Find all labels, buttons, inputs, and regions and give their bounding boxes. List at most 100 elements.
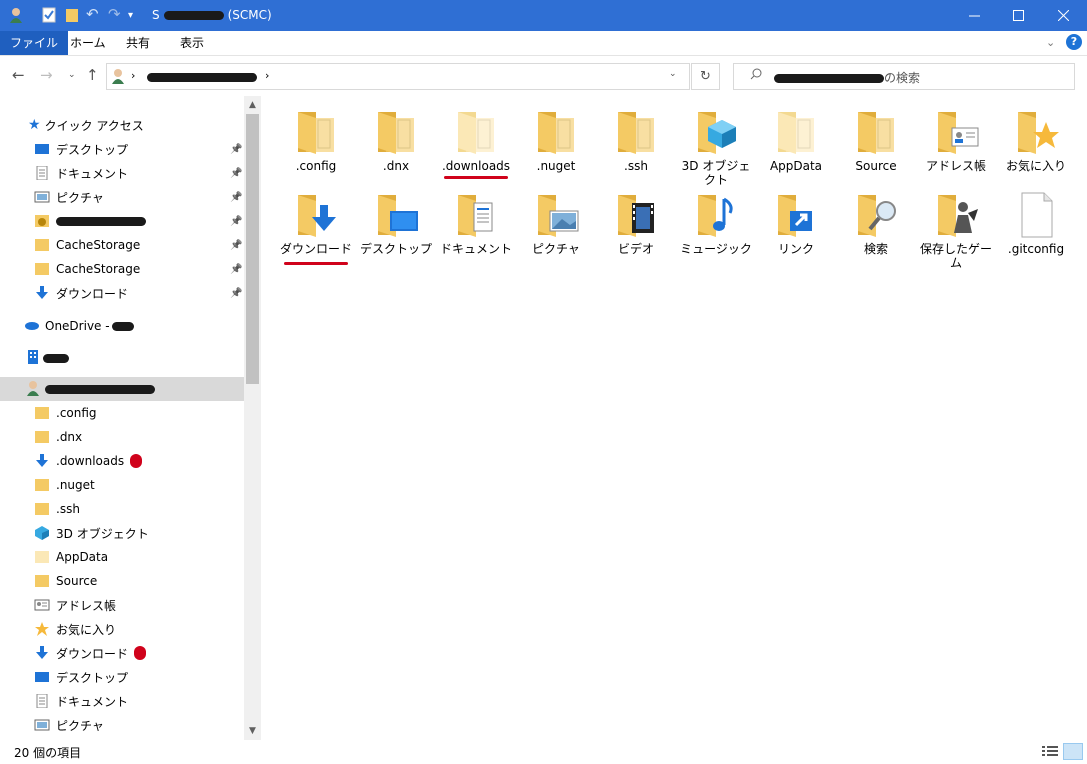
grid-item-保存したゲーム[interactable]: 保存したゲーム: [918, 191, 994, 270]
nav-item[interactable]: ダウンロード 📌: [0, 281, 244, 305]
grid-item-3d-オブジェクト[interactable]: 3D オブジェクト: [678, 108, 754, 187]
scroll-up-icon[interactable]: ▲: [246, 100, 259, 110]
help-icon[interactable]: ?: [1066, 34, 1082, 50]
grid-item-appdata[interactable]: AppData: [758, 108, 834, 173]
pin-icon[interactable]: 📌: [230, 144, 242, 155]
address-box[interactable]: › › ⌄: [106, 63, 690, 90]
red-marker-icon: [130, 454, 143, 468]
grid-item-ミュージック[interactable]: ミュージック: [678, 191, 754, 256]
nav-item[interactable]: デスクトップ 📌: [0, 137, 244, 161]
grid-item-検索[interactable]: 検索: [838, 191, 914, 256]
folder-icon: [34, 502, 50, 516]
large-icons-view-icon[interactable]: [1063, 743, 1083, 760]
minimize-button[interactable]: [951, 0, 997, 31]
download-icon: [34, 286, 50, 300]
nav-item[interactable]: デスクトップ: [0, 665, 244, 689]
nav-item[interactable]: CacheStorage 📌: [0, 233, 244, 257]
folder-download-icon: [292, 191, 340, 239]
nav-item-label: 3D オブジェクト: [56, 526, 149, 541]
properties-icon[interactable]: [42, 7, 56, 23]
grid-item-ダウンロード[interactable]: ダウンロード: [278, 191, 354, 256]
grid-item-nuget[interactable]: .nuget: [518, 108, 594, 173]
pin-icon[interactable]: 📌: [230, 288, 242, 299]
refresh-button[interactable]: ↻: [691, 63, 720, 90]
customize-quick-access-icon[interactable]: ▾: [128, 10, 142, 26]
nav-item[interactable]: ピクチャ: [0, 713, 244, 737]
grid-item-デスクトップ[interactable]: デスクトップ: [358, 191, 434, 256]
folder-music-icon: [692, 191, 740, 239]
nav-onedrive[interactable]: OneDrive -: [0, 314, 244, 338]
ribbon-expand-icon[interactable]: ⌄: [1046, 36, 1055, 49]
nav-item[interactable]: .nuget: [0, 473, 244, 497]
pin-icon[interactable]: 📌: [230, 240, 242, 251]
breadcrumb[interactable]: [147, 70, 257, 84]
pin-icon[interactable]: 📌: [230, 216, 242, 227]
pin-icon[interactable]: 📌: [230, 264, 242, 275]
grid-item-source[interactable]: Source: [838, 108, 914, 173]
tab-home[interactable]: ホーム: [60, 31, 116, 55]
title-bar: ↶ ↷ ▾ S (SCMC): [0, 0, 1087, 31]
grid-item-アドレス帳[interactable]: アドレス帳: [918, 108, 994, 173]
nav-item[interactable]: ダウンロード: [0, 641, 244, 665]
back-button[interactable]: ←: [12, 66, 25, 84]
redo-icon[interactable]: ↷: [108, 5, 122, 23]
nav-item[interactable]: AppData: [0, 545, 244, 569]
close-button[interactable]: [1040, 0, 1086, 31]
address-dropdown-icon[interactable]: ⌄: [669, 69, 677, 79]
forward-button[interactable]: →: [40, 66, 53, 84]
nav-scrollbar[interactable]: ▲ ▼: [244, 96, 261, 740]
nav-item[interactable]: 📌: [0, 209, 244, 233]
grid-item-お気に入り[interactable]: お気に入り: [998, 108, 1074, 173]
nav-item-label: ダウンロード: [56, 286, 129, 301]
nav-item[interactable]: .downloads: [0, 449, 244, 473]
folder-search-icon: [852, 191, 900, 239]
nav-item[interactable]: .dnx: [0, 425, 244, 449]
nav-item-label: デスクトップ: [56, 670, 129, 685]
pin-icon[interactable]: 📌: [230, 168, 242, 179]
grid-item-label: 3D オブジェクト: [681, 159, 751, 187]
nav-item[interactable]: CacheStorage 📌: [0, 257, 244, 281]
grid-item-ドキュメント[interactable]: ドキュメント: [438, 191, 514, 256]
recent-locations-icon[interactable]: ⌄: [68, 70, 76, 80]
search-placeholder: の検索: [774, 69, 920, 86]
undo-icon[interactable]: ↶: [86, 5, 100, 23]
nav-item[interactable]: .ssh: [0, 497, 244, 521]
grid-item-ビデオ[interactable]: ビデオ: [598, 191, 674, 256]
grid-item-downloads[interactable]: .downloads: [438, 108, 514, 173]
grid-item-ssh[interactable]: .ssh: [598, 108, 674, 173]
nav-item-label: デスクトップ: [56, 142, 129, 157]
nav-user-folder[interactable]: [0, 377, 244, 401]
pin-icon[interactable]: 📌: [230, 192, 242, 203]
tab-view[interactable]: 表示: [170, 31, 214, 55]
nav-item[interactable]: .config: [0, 401, 244, 425]
grid-item-ピクチャ[interactable]: ピクチャ: [518, 191, 594, 256]
search-input[interactable]: の検索: [733, 63, 1075, 90]
nav-item[interactable]: ピクチャ 📌: [0, 185, 244, 209]
grid-item-リンク[interactable]: リンク: [758, 191, 834, 256]
nav-item[interactable]: 3D オブジェクト: [0, 521, 244, 545]
scroll-down-icon[interactable]: ▼: [246, 726, 259, 736]
tab-share[interactable]: 共有: [116, 31, 160, 55]
new-folder-icon[interactable]: [65, 7, 79, 23]
scroll-thumb[interactable]: [246, 114, 259, 384]
nav-item[interactable]: お気に入り: [0, 617, 244, 641]
grid-item-dnx[interactable]: .dnx: [358, 108, 434, 173]
nav-organization[interactable]: [0, 346, 244, 370]
nav-item[interactable]: ドキュメント: [0, 689, 244, 713]
nav-item-label: Source: [56, 574, 98, 588]
up-button[interactable]: ↑: [86, 66, 99, 84]
folder-icon: [34, 406, 50, 420]
nav-quick-access[interactable]: ★ クイック アクセス: [0, 113, 244, 137]
window-title: S (SCMC): [152, 8, 272, 22]
tab-file[interactable]: ファイル: [0, 31, 69, 55]
nav-item[interactable]: アドレス帳: [0, 593, 244, 617]
nav-item[interactable]: Source: [0, 569, 244, 593]
grid-item-config[interactable]: .config: [278, 108, 354, 173]
grid-item-label: アドレス帳: [925, 159, 986, 173]
grid-item-gitconfig[interactable]: .gitconfig: [998, 191, 1074, 256]
details-view-icon[interactable]: [1042, 745, 1058, 760]
maximize-button[interactable]: [995, 0, 1041, 31]
nav-item-label: .dnx: [56, 430, 83, 444]
nav-item[interactable]: ドキュメント 📌: [0, 161, 244, 185]
grid-item-label: ダウンロード: [279, 242, 352, 256]
